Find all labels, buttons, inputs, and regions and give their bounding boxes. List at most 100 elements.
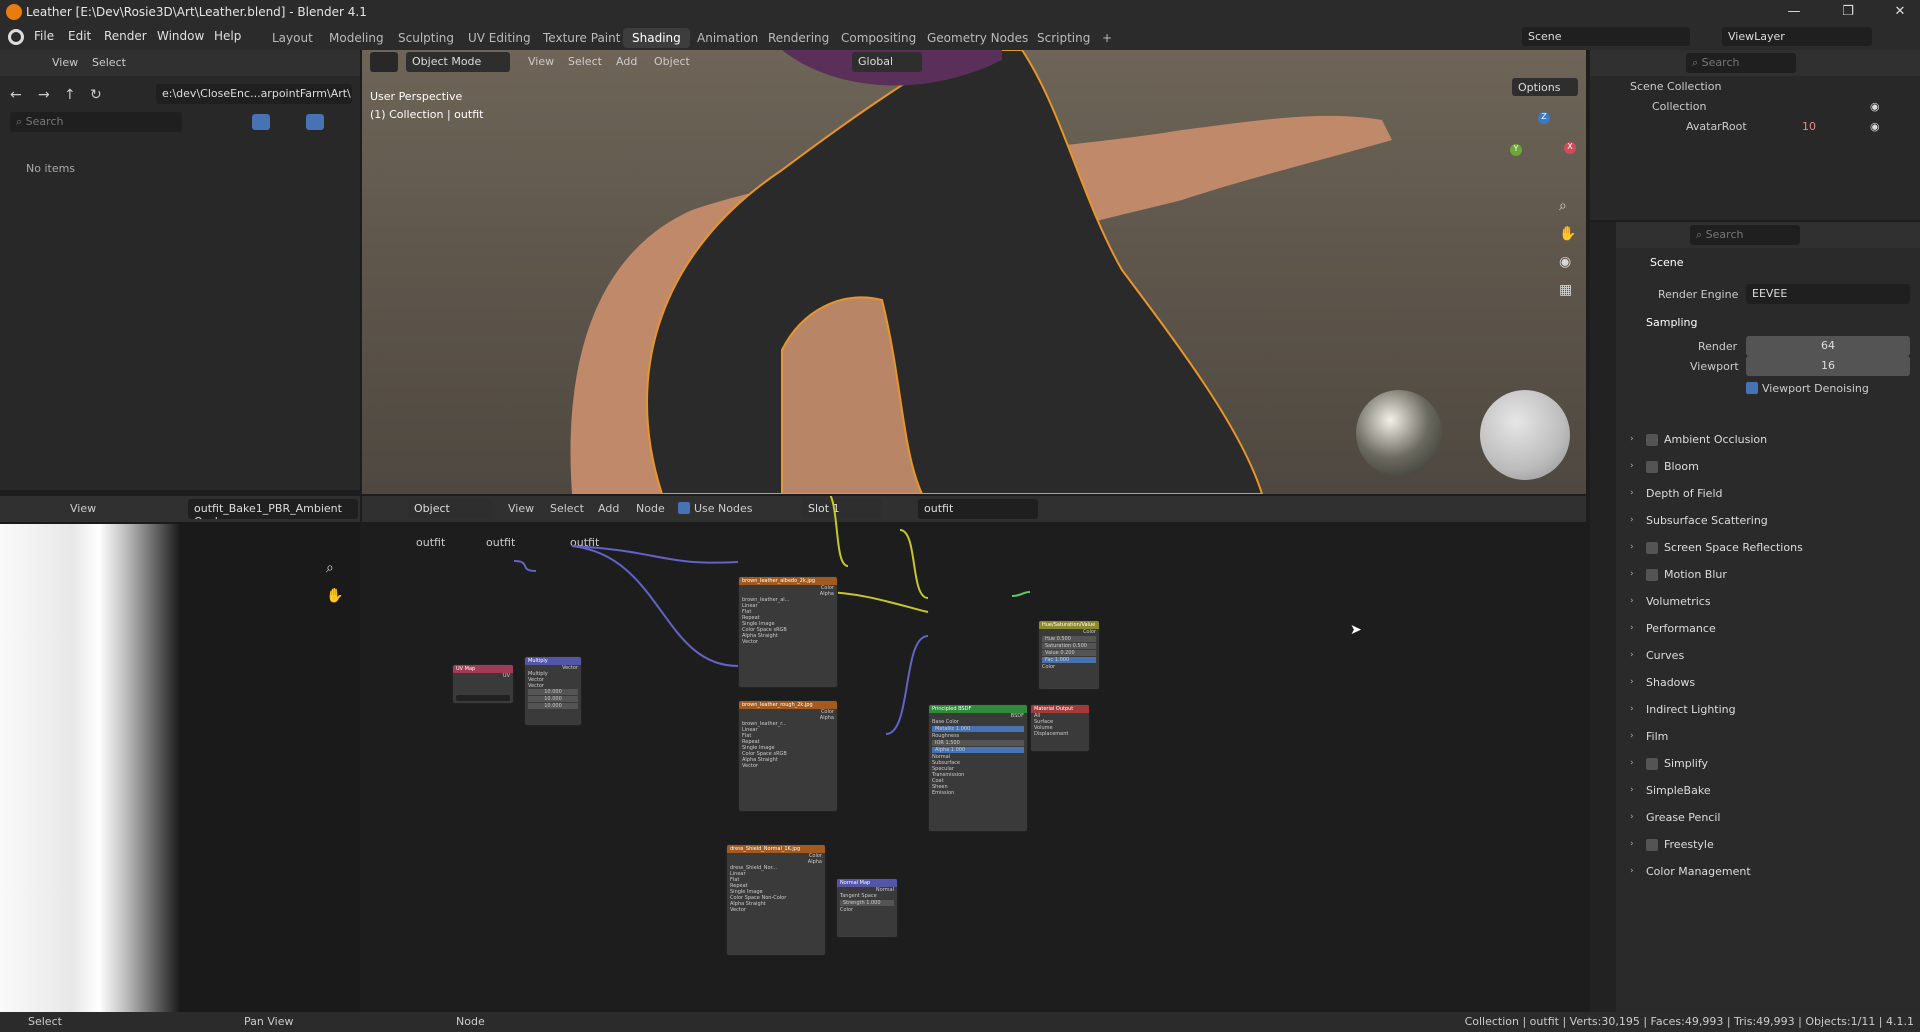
parent-dir-icon[interactable]: ↑ [64,87,76,103]
node-hue-saturation[interactable]: Hue/Saturation/Value Color Hue 0.500 Sat… [1038,620,1100,690]
minimize-button[interactable]: — [1776,2,1812,22]
tab-uv-editing[interactable]: UV Editing [459,28,540,48]
properties-panel[interactable]: › Depth of Field [1630,484,1900,506]
viewport-menu-add[interactable]: Add [616,55,637,68]
scene-selector[interactable]: Scene [1522,27,1690,46]
node-panel[interactable]: Emission [929,790,1027,796]
maximize-button[interactable]: ❐ [1830,2,1866,22]
denoise-checkbox[interactable] [1746,382,1758,394]
properties-panel[interactable]: › Subsurface Scattering [1630,511,1900,533]
node-multiply[interactable]: Multiply Vector Multiply Vector Vector 1… [524,656,582,726]
node-principled-bsdf[interactable]: Principled BSDF BSDF Base Color Metallic… [928,704,1028,832]
outliner-scene-collection[interactable]: Scene Collection [1630,80,1721,93]
tab-shading[interactable]: Shading [623,28,690,48]
camera-icon[interactable]: ◉ [1559,254,1571,270]
outliner-collection[interactable]: Collection [1652,100,1706,113]
node-multiply-value-z[interactable]: 10.000 [528,703,578,709]
viewport-menu-object[interactable]: Object [654,55,690,68]
image-menu-view[interactable]: View [70,502,96,515]
panel-checkbox[interactable] [1646,434,1658,446]
properties-panel[interactable]: › Performance [1630,619,1900,641]
properties-panel[interactable]: › Ambient Occlusion [1630,430,1900,452]
tab-animation[interactable]: Animation [688,28,767,48]
render-engine-dropdown[interactable]: EEVEE [1746,284,1910,304]
properties-panel[interactable]: › Indirect Lighting [1630,700,1900,722]
node-multiply-value-x[interactable]: 10.000 [528,689,578,695]
axis-x[interactable]: X [1564,142,1576,154]
menu-file[interactable]: File [34,29,54,43]
node-bsdf-ior[interactable]: IOR 1.500 [932,740,1024,746]
panel-checkbox[interactable] [1646,461,1658,473]
sampling-panel-header[interactable]: Sampling [1646,316,1698,329]
properties-panel[interactable]: › Grease Pencil [1630,808,1900,830]
blender-menu-icon[interactable] [8,29,24,45]
properties-panel[interactable]: › Volumetrics [1630,592,1900,614]
viewport-menu-view[interactable]: View [528,55,554,68]
node-uv-map[interactable]: UV Map UV [452,664,514,704]
properties-panel[interactable]: › Simplify [1630,754,1900,776]
properties-panel[interactable]: › Motion Blur [1630,565,1900,587]
tab-rendering[interactable]: Rendering [759,28,838,48]
properties-panel[interactable]: › Shadows [1630,673,1900,695]
image-name-field[interactable]: outfit_Bake1_PBR_Ambient Occl [188,499,358,519]
viewlayer-selector[interactable]: ViewLayer [1722,27,1872,46]
node-roughness-texture[interactable]: brown_leather_rough_2k.jpg Color Alpha b… [738,700,838,812]
tab-scripting[interactable]: Scripting [1028,28,1099,48]
ortho-grid-icon[interactable]: ▦ [1559,282,1572,298]
menu-window[interactable]: Window [157,29,204,43]
filter-icon[interactable] [306,114,324,130]
tab-layout[interactable]: Layout [263,28,322,48]
properties-panel[interactable]: › Bloom [1630,457,1900,479]
node-normal-map[interactable]: Normal Map Normal Tangent Space Strength… [836,878,898,938]
panel-checkbox[interactable] [1646,758,1658,770]
axis-z[interactable]: Z [1538,112,1550,124]
axis-y[interactable]: Y [1510,144,1522,156]
pan-hand-icon[interactable]: ✋ [1559,226,1576,242]
outliner-item-avatarroot[interactable]: AvatarRoot [1686,120,1747,133]
refresh-icon[interactable]: ↻ [90,87,102,103]
outliner-search-input[interactable]: ⌕ Search [1686,53,1796,73]
node-multiply-value-y[interactable]: 10.000 [528,696,578,702]
menu-select[interactable]: Select [92,56,126,69]
file-search-input[interactable]: ⌕ Search [10,112,182,132]
properties-panel[interactable]: › Freestyle [1630,835,1900,857]
back-icon[interactable]: ← [10,87,22,103]
node-uv-map-field[interactable] [456,695,510,701]
node-normalmap-strength[interactable]: Strength 1.000 [840,900,894,906]
node-material-output[interactable]: Material Output All Surface Volume Displ… [1030,704,1090,752]
add-workspace-button[interactable]: + [1093,28,1121,48]
render-samples-field[interactable]: 64 [1746,336,1910,356]
navigation-gizmo[interactable]: Z X Y [1508,112,1578,182]
object-mode-dropdown[interactable]: Object Mode [406,52,510,72]
node-bsdf-metallic[interactable]: Metallic 1.000 [932,726,1024,732]
properties-panel[interactable]: › SimpleBake [1630,781,1900,803]
visibility-eye-icon[interactable]: ◉ [1870,120,1880,133]
properties-panel[interactable]: › Curves [1630,646,1900,668]
viewport-menu-select[interactable]: Select [568,55,602,68]
zoom-icon[interactable]: ⌕ [1559,198,1567,214]
options-dropdown[interactable]: Options [1512,78,1578,96]
image-pan-icon[interactable]: ✋ [326,588,343,604]
properties-panel[interactable]: › Color Management [1630,862,1900,884]
node-hsv-value[interactable]: Value 0.200 [1042,650,1096,656]
tab-compositing[interactable]: Compositing [832,28,925,48]
viewport-3d[interactable]: Object Mode View Select Add Object Globa… [362,50,1586,494]
properties-panel[interactable]: › Screen Space Reflections [1630,538,1900,560]
node-bsdf-alpha[interactable]: Alpha 1.000 [932,747,1024,753]
panel-checkbox[interactable] [1646,839,1658,851]
image-editor[interactable]: View outfit_Bake1_PBR_Ambient Occl ⌕ ✋ [0,496,360,1012]
orientation-dropdown[interactable]: Global [852,52,922,72]
image-zoom-icon[interactable]: ⌕ [326,560,334,576]
node-hsv-fac[interactable]: Fac 1.000 [1042,657,1096,663]
properties-search-input[interactable]: ⌕ Search [1690,225,1800,245]
forward-icon[interactable]: → [38,87,50,103]
viewport-samples-field[interactable]: 16 [1746,356,1910,376]
menu-help[interactable]: Help [214,29,241,43]
node-dropdown[interactable]: Tangent Space [837,893,897,899]
node-editor[interactable]: Object View Select Add Node Use Nodes Sl… [362,496,1586,1012]
panel-checkbox[interactable] [1646,542,1658,554]
node-normal-texture[interactable]: dress_Shield_Normal_1K.jpg Color Alpha d… [726,844,826,956]
menu-edit[interactable]: Edit [68,29,91,43]
node-albedo-texture[interactable]: brown_leather_albedo_2k.jpg Color Alpha … [738,576,838,688]
tab-texture-paint[interactable]: Texture Paint [534,28,629,48]
